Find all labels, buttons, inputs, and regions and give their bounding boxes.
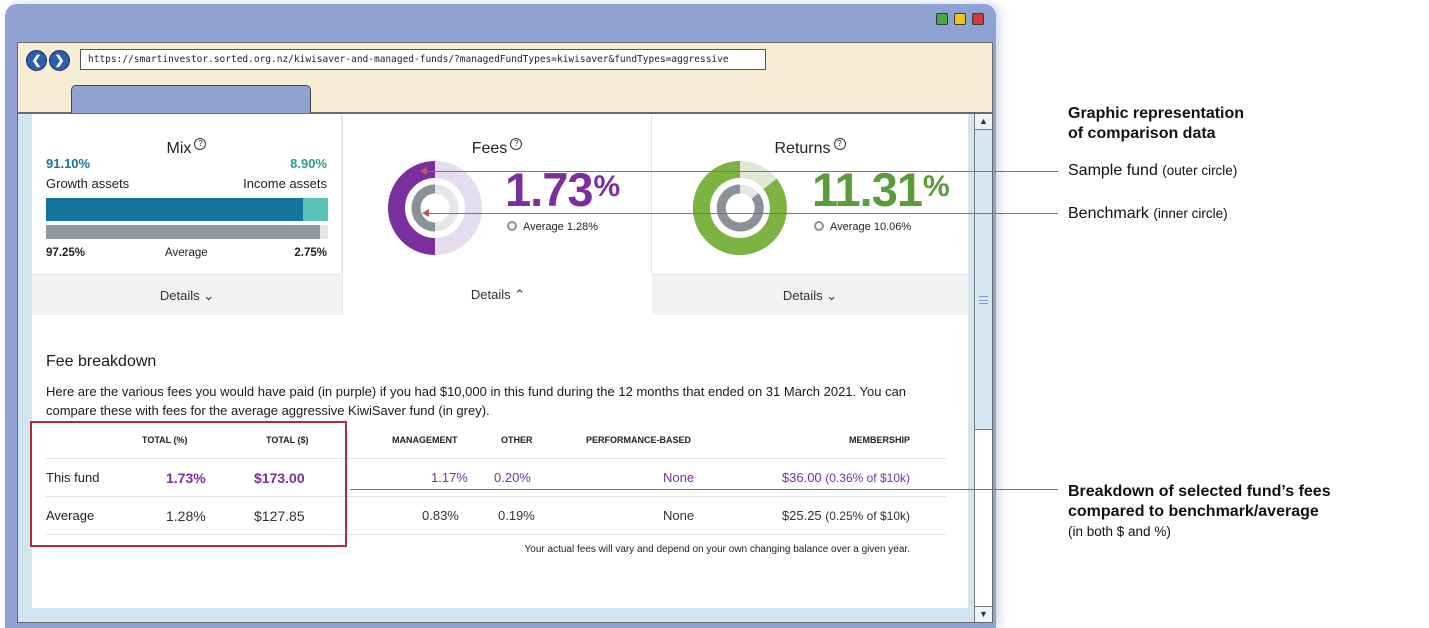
sample-fund-arrow-icon <box>420 167 427 175</box>
mix-card: Mix? 91.10% 8.90% Growth assets Income a… <box>32 114 342 315</box>
maximize-button[interactable] <box>936 13 948 25</box>
fund-income-segment <box>302 198 328 221</box>
returns-details-toggle[interactable]: Details ⌄ <box>652 274 968 315</box>
income-value: 8.90% <box>290 156 327 171</box>
url-field[interactable]: https://smartinvestor.sorted.org.nz/kiwi… <box>80 49 766 70</box>
address-bar: ❮ ❯ https://smartinvestor.sorted.org.nz/… <box>17 42 993 76</box>
header-other: OTHER <box>501 435 533 445</box>
comparison-cards: Mix? 91.10% 8.90% Growth assets Income a… <box>32 114 968 315</box>
mix-details-toggle[interactable]: Details ⌄ <box>32 274 342 315</box>
annotation-breakdown-line2: compared to benchmark/average <box>1068 503 1319 520</box>
header-management: MANAGEMENT <box>392 435 458 445</box>
forward-icon: ❯ <box>54 53 65 67</box>
fee-totals-highlight <box>30 421 347 547</box>
tab-strip <box>17 75 993 115</box>
header-performance: PERFORMANCE-BASED <box>586 435 692 445</box>
header-membership: MEMBERSHIP <box>848 435 910 445</box>
mix-title: Mix? <box>32 138 341 158</box>
close-button[interactable] <box>972 13 984 25</box>
vertical-scrollbar[interactable]: ▲ ▼ <box>974 114 992 622</box>
benchmark-arrow-icon <box>422 209 429 217</box>
returns-title-text: Returns <box>774 140 831 157</box>
annotation-sample-fund-note: (outer circle) <box>1162 163 1238 178</box>
annotation-breakdown: Breakdown of selected fund’s fees compar… <box>1068 482 1331 542</box>
annotation-breakdown-line1: Breakdown of selected fund’s fees <box>1068 483 1331 500</box>
average-label: Average <box>165 247 208 259</box>
returns-title: Returns? <box>652 138 968 158</box>
scroll-down-button[interactable]: ▼ <box>975 606 992 622</box>
back-button[interactable]: ❮ <box>26 50 47 71</box>
scroll-grip-icon <box>979 296 988 304</box>
breakdown-pointer-line <box>350 489 1058 490</box>
this-fund-membership: $36.00 (0.36% of $10k) <box>782 470 910 485</box>
fees-title-text: Fees <box>471 140 508 157</box>
annotation-sample-fund-label: Sample fund <box>1068 162 1158 179</box>
growth-value: 91.10% <box>46 156 91 171</box>
average-management: 0.83% <box>422 508 459 523</box>
fees-average: Average 1.28% <box>507 221 598 233</box>
fees-donut-chart <box>388 161 482 255</box>
average-dot-icon <box>814 221 824 231</box>
returns-card: Returns? 11.31% Average 10.06% Details ⌄ <box>652 114 968 315</box>
returns-average: Average 10.06% <box>814 221 911 233</box>
annotation-benchmark-label: Benchmark <box>1068 205 1149 222</box>
fund-mix-bar <box>46 198 328 221</box>
average-dot-icon <box>507 221 517 231</box>
help-icon[interactable]: ? <box>833 138 846 150</box>
average-income-segment <box>320 225 328 239</box>
fees-card: Fees? 1.73% Average 1.28% Details ⌃ <box>342 114 653 315</box>
returns-average-text: Average 10.06% <box>830 221 912 233</box>
fees-inner-arc <box>411 184 436 232</box>
fee-breakdown-description: Here are the various fees you would have… <box>46 384 907 418</box>
annotation-breakdown-note: (in both $ and %) <box>1068 524 1171 539</box>
growth-label: Growth assets <box>46 176 130 191</box>
mix-title-text: Mix <box>166 140 192 157</box>
average-membership-value: $25.25 <box>781 508 822 523</box>
benchmark-pointer-line <box>428 213 1058 214</box>
this-fund-performance: None <box>663 470 695 485</box>
annotation-graphic-title-line2: of comparison data <box>1068 125 1216 142</box>
window-controls <box>936 13 984 25</box>
this-fund-membership-value: $36.00 <box>781 470 822 485</box>
fees-title: Fees? <box>343 138 651 158</box>
fee-breakdown-title: Fee breakdown <box>46 353 157 370</box>
this-fund-management: 1.17% <box>431 470 468 485</box>
fees-value-pct: % <box>593 170 620 203</box>
annotation-benchmark-note: (inner circle) <box>1153 206 1228 221</box>
forward-button[interactable]: ❯ <box>49 50 70 71</box>
back-icon: ❮ <box>31 53 42 67</box>
average-income-value: 2.75% <box>294 247 327 259</box>
average-membership: $25.25 (0.25% of $10k) <box>782 508 910 523</box>
sample-fund-pointer-line <box>426 171 1058 172</box>
returns-value-pct: % <box>923 170 950 203</box>
this-fund-other: 0.20% <box>494 470 531 485</box>
scroll-up-button[interactable]: ▲ <box>975 114 992 130</box>
average-performance: None <box>663 508 695 523</box>
scroll-thumb[interactable] <box>975 130 992 430</box>
this-fund-membership-note: (0.36% of $10k) <box>825 471 910 485</box>
browser-tab[interactable] <box>71 85 311 115</box>
help-icon[interactable]: ? <box>194 138 207 150</box>
annotation-sample-fund: Sample fund (outer circle) <box>1068 162 1237 180</box>
annotation-graphic-title-line1: Graphic representation <box>1068 105 1245 122</box>
fees-average-text: Average 1.28% <box>523 221 599 233</box>
average-other: 0.19% <box>498 508 535 523</box>
returns-donut-chart <box>693 161 787 255</box>
help-icon[interactable]: ? <box>510 138 523 150</box>
average-mix-bar <box>46 225 328 239</box>
minimize-button[interactable] <box>954 13 966 25</box>
income-label: Income assets <box>243 176 327 191</box>
annotation-benchmark: Benchmark (inner circle) <box>1068 205 1228 223</box>
fees-details-toggle[interactable]: Details ⌃ <box>343 274 653 315</box>
average-membership-note: (0.25% of $10k) <box>825 509 910 523</box>
average-growth-value: 97.25% <box>46 247 86 259</box>
annotation-graphic-title: Graphic representation of comparison dat… <box>1068 104 1244 144</box>
